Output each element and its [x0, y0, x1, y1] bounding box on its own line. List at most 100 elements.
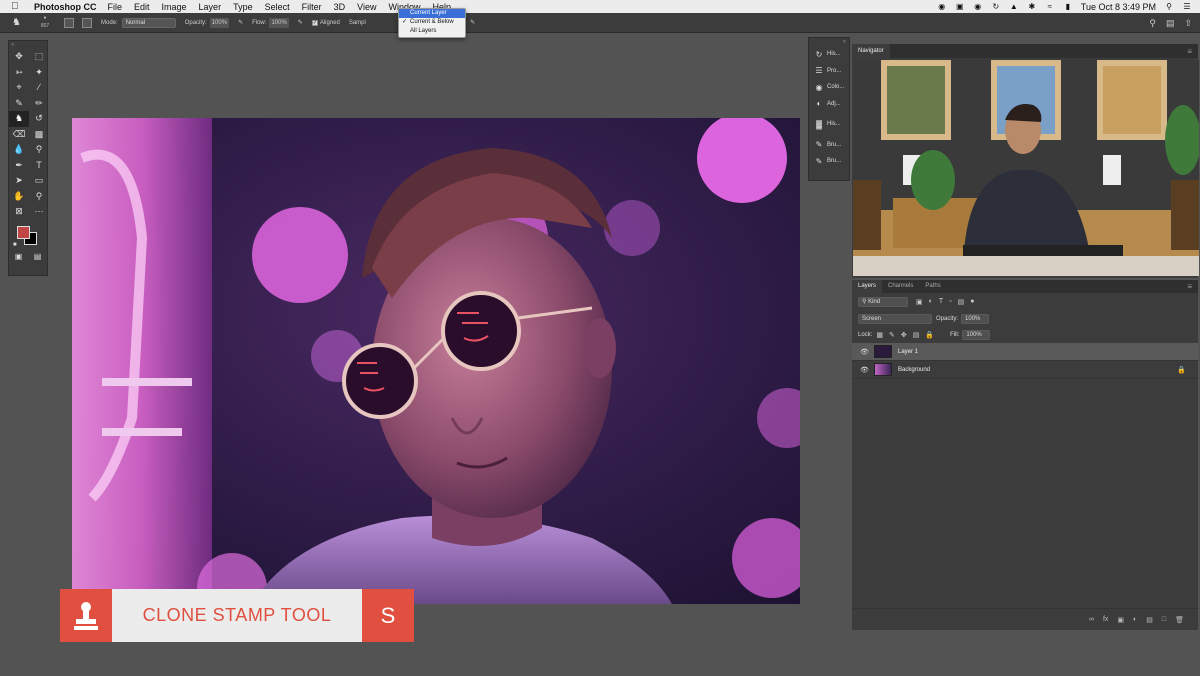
dock-item-properties[interactable]: ☰ Pro...: [809, 63, 849, 80]
brush-preset-picker[interactable]: ● 807: [34, 14, 56, 32]
lock-transparent-icon[interactable]: ▦: [876, 331, 883, 339]
panel-menu-icon[interactable]: ≡: [1187, 47, 1192, 56]
wifi-icon[interactable]: ≈: [1045, 2, 1055, 11]
tab-paths[interactable]: Paths: [919, 280, 946, 293]
new-group-icon[interactable]: ▤: [1146, 616, 1153, 624]
display-icon[interactable]: ▣: [955, 2, 965, 11]
tab-layers[interactable]: Layers: [852, 280, 883, 293]
new-adjustment-icon[interactable]: ◐: [1133, 616, 1137, 623]
filter-smart-object-icon[interactable]: ▤: [958, 298, 965, 306]
link-layers-icon[interactable]: ∞: [1089, 616, 1094, 623]
dodge-icon[interactable]: ⚲: [29, 142, 49, 158]
filter-pixel-icon[interactable]: ▣: [916, 298, 923, 306]
aligned-checkbox[interactable]: ✓ Aligned: [311, 19, 340, 26]
dock-collapse-icon[interactable]: «: [809, 38, 849, 46]
search-icon[interactable]: ⚲: [1149, 18, 1156, 29]
tab-navigator[interactable]: Navigator: [852, 44, 890, 58]
sample-option-all-layers[interactable]: All Layers: [399, 27, 465, 36]
menu-edit[interactable]: Edit: [134, 2, 150, 12]
notification-center-icon[interactable]: ☰: [1182, 2, 1192, 11]
hand-icon[interactable]: ✋: [9, 189, 29, 205]
dock-item-history[interactable]: ↻ His...: [809, 46, 849, 63]
eyedropper-icon[interactable]: ∕: [29, 80, 49, 96]
layer-opacity-input[interactable]: 100%: [961, 314, 990, 324]
menu-3d[interactable]: 3D: [334, 2, 346, 12]
airbrush-icon[interactable]: ✎: [298, 19, 303, 26]
flow-input[interactable]: 100%: [269, 17, 289, 28]
menu-clock[interactable]: Tue Oct 8 3:49 PM: [1081, 2, 1156, 12]
foreground-color-swatch[interactable]: [17, 225, 30, 239]
workspace-icon[interactable]: ▤: [1166, 18, 1175, 29]
menu-file[interactable]: File: [108, 2, 123, 12]
healing-icon[interactable]: ✎: [9, 96, 29, 112]
delete-layer-icon[interactable]: 🗑: [1175, 616, 1184, 624]
screen-mode-icon[interactable]: ▤: [34, 252, 42, 261]
layer-style-icon[interactable]: fx: [1103, 616, 1108, 623]
shape-icon[interactable]: ▭: [29, 173, 49, 189]
volume-icon[interactable]: ▲: [1009, 2, 1019, 11]
history-brush-icon[interactable]: ↺: [29, 111, 49, 127]
menu-view[interactable]: View: [357, 2, 376, 12]
lock-all-icon[interactable]: 🔒: [925, 331, 934, 339]
brush-icon[interactable]: ✏: [29, 96, 49, 112]
visibility-eye-icon[interactable]: 👁: [860, 366, 870, 374]
marquee-icon[interactable]: ⬚: [29, 49, 49, 65]
battery-icon[interactable]: ▮: [1063, 2, 1073, 11]
eraser-icon[interactable]: ⌫: [9, 127, 29, 143]
dock-item-adjustments[interactable]: ◐ Adj...: [809, 96, 849, 113]
add-mask-icon[interactable]: ▣: [1117, 616, 1124, 624]
dock-item-brush-settings[interactable]: ✎ Bru...: [809, 153, 849, 170]
dock-item-brushes[interactable]: ✎ Bru...: [809, 137, 849, 154]
layer-row-layer-1[interactable]: 👁 Layer 1: [852, 343, 1198, 361]
tab-channels[interactable]: Channels: [882, 280, 919, 293]
brush-settings-icon[interactable]: [64, 17, 74, 28]
app-name-menu[interactable]: Photoshop CC: [34, 2, 97, 12]
gradient-icon[interactable]: ▩: [29, 127, 49, 143]
layer-row-background[interactable]: 👁 Background 🔒: [852, 361, 1198, 379]
filter-toggle-icon[interactable]: ●: [970, 298, 974, 306]
default-colors-icon[interactable]: ■: [13, 242, 17, 248]
sync-icon[interactable]: ↻: [991, 2, 1001, 11]
magic-wand-icon[interactable]: ✦: [29, 65, 49, 81]
menu-image[interactable]: Image: [162, 2, 187, 12]
lasso-icon[interactable]: ➳: [9, 65, 29, 81]
layers-panel-menu-icon[interactable]: ≡: [1187, 282, 1192, 291]
mode-select[interactable]: Normal: [121, 17, 176, 28]
type-icon[interactable]: T: [29, 158, 49, 174]
menu-select[interactable]: Select: [265, 2, 290, 12]
quick-mask-icon[interactable]: ▣: [15, 252, 23, 261]
pressure-opacity-icon[interactable]: ✎: [238, 19, 243, 26]
filter-shape-icon[interactable]: ▫: [949, 298, 951, 306]
creative-cloud-icon[interactable]: ◉: [937, 2, 947, 11]
frame-icon[interactable]: ⊠: [9, 204, 29, 220]
menu-type[interactable]: Type: [233, 2, 253, 12]
filter-adjustment-icon[interactable]: ◐: [929, 298, 933, 306]
dock-item-color[interactable]: ◉ Colo...: [809, 79, 849, 96]
document-canvas[interactable]: [72, 118, 800, 604]
blur-icon[interactable]: 💧: [9, 142, 29, 158]
clone-stamp-icon[interactable]: ♞: [9, 111, 29, 127]
crop-icon[interactable]: ⌖: [9, 80, 29, 96]
visibility-eye-icon[interactable]: 👁: [860, 348, 870, 356]
menu-filter[interactable]: Filter: [302, 2, 322, 12]
move-icon[interactable]: ✥: [9, 49, 29, 65]
extension-icon[interactable]: ◉: [973, 2, 983, 11]
dock-item-histogram[interactable]: ▓ His...: [809, 116, 849, 133]
share-icon[interactable]: ⇧: [1184, 18, 1192, 29]
clone-source-icon[interactable]: [82, 17, 92, 28]
tool-preset-icon[interactable]: ♞: [12, 17, 24, 28]
pen-icon[interactable]: ✒: [9, 158, 29, 174]
lock-position-icon[interactable]: ✥: [901, 331, 907, 339]
sample-option-current-layer[interactable]: Current Layer: [399, 9, 465, 18]
more-icon[interactable]: ⋯: [29, 204, 49, 220]
bluetooth-icon[interactable]: ✱: [1027, 2, 1037, 11]
lock-image-icon[interactable]: ✎: [889, 331, 895, 339]
fill-input[interactable]: 100%: [962, 330, 991, 340]
sample-option-current-and-below[interactable]: ✓ Current & Below: [399, 18, 465, 27]
new-layer-icon[interactable]: □: [1162, 616, 1166, 623]
blend-mode-select[interactable]: Screen: [858, 314, 932, 324]
opacity-input[interactable]: 100%: [209, 17, 230, 28]
apple-icon[interactable]: : [11, 1, 23, 12]
toolbar-collapse-icon[interactable]: »: [9, 41, 47, 49]
menu-layer[interactable]: Layer: [199, 2, 222, 12]
